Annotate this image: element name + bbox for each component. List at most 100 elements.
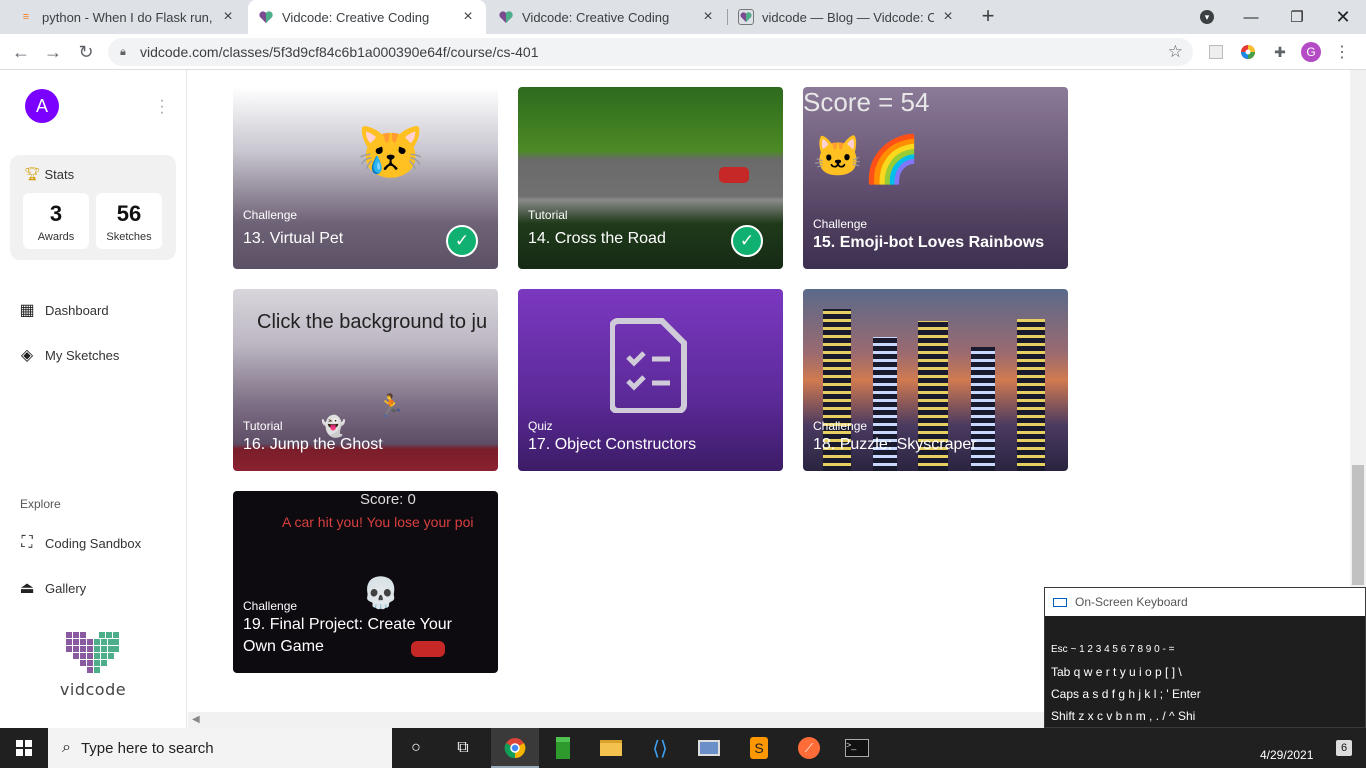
close-tab-icon[interactable]: × bbox=[460, 8, 476, 26]
green-pipe-app-icon[interactable] bbox=[549, 734, 577, 762]
score-overlay-text: Score = 54 bbox=[803, 87, 930, 117]
sidebar-item-label: Dashboard bbox=[45, 302, 109, 318]
on-screen-keyboard: On-Screen Keyboard Esc ~ 1 2 3 4 5 6 7 8… bbox=[1044, 587, 1366, 728]
tab-search-icon[interactable]: ▾ bbox=[1184, 0, 1230, 34]
minimize-icon[interactable]: — bbox=[1228, 0, 1274, 34]
instruction-overlay-text: Click the background to ju bbox=[257, 311, 488, 333]
sidebar-item-dashboard[interactable]: ▦ Dashboard bbox=[17, 299, 109, 321]
browser-tab-strip: ≡ python - When I do Flask run, it s × V… bbox=[0, 0, 1366, 34]
vscode-icon[interactable]: ⟨⟩ bbox=[646, 734, 674, 762]
horizontal-scrollbar[interactable]: ◀ bbox=[188, 712, 1048, 728]
lesson-type: Tutorial bbox=[528, 208, 568, 222]
window-close-icon[interactable]: ✕ bbox=[1320, 0, 1366, 34]
lesson-title: 16. Jump the Ghost bbox=[243, 436, 383, 453]
remote-desktop-icon[interactable] bbox=[695, 734, 723, 762]
keyboard-title-bar[interactable]: On-Screen Keyboard bbox=[1045, 588, 1365, 616]
trophy-icon: 🏆︎ bbox=[24, 166, 41, 181]
close-tab-icon[interactable]: × bbox=[940, 8, 956, 26]
sidebar-item-label: Gallery bbox=[45, 580, 87, 596]
sidebar-item-my-sketches[interactable]: ◈ My Sketches bbox=[17, 344, 120, 366]
browser-tab[interactable]: Vidcode: Creative Coding × bbox=[488, 0, 726, 34]
color-wheel-extension-icon[interactable] bbox=[1238, 42, 1258, 62]
keyboard-number-row[interactable]: Esc ~ 1 2 3 4 5 6 7 8 9 0 - = bbox=[1051, 644, 1174, 664]
back-arrow-icon[interactable]: ← bbox=[8, 39, 34, 65]
awards-label: Awards bbox=[37, 231, 75, 243]
sidebar-item-gallery[interactable]: ⏏ Gallery bbox=[17, 577, 86, 599]
browser-tab-active[interactable]: Vidcode: Creative Coding × bbox=[248, 0, 486, 34]
runner-icon: 🏃 bbox=[377, 393, 405, 418]
score-overlay-text: Score: 0 bbox=[360, 491, 416, 508]
browser-tab[interactable]: vidcode — Blog — Vidcode: Cod × bbox=[728, 0, 966, 34]
browser-tab[interactable]: ≡ python - When I do Flask run, it s × bbox=[8, 0, 246, 34]
lesson-card[interactable]: Quiz 17. Object Constructors bbox=[518, 289, 783, 471]
explore-heading: Explore bbox=[20, 497, 61, 511]
browser-tab-title: Vidcode: Creative Coding bbox=[522, 9, 670, 25]
chrome-icon[interactable] bbox=[501, 734, 529, 762]
file-explorer-icon[interactable] bbox=[597, 734, 625, 762]
user-avatar[interactable]: A bbox=[25, 89, 59, 123]
vidcode-logo[interactable]: vidcode bbox=[57, 632, 129, 702]
windows-taskbar: ⌕ Type here to search ○ ⧉ ⟨⟩ S ⟋ >_ 4/29… bbox=[0, 728, 1366, 768]
skeleton-tophat-icon: 💀 bbox=[362, 577, 400, 610]
lesson-card[interactable]: Click the background to ju 👻 🏃 Tutorial … bbox=[233, 289, 498, 471]
lesson-type: Tutorial bbox=[243, 419, 283, 433]
lesson-type: Challenge bbox=[813, 419, 868, 433]
tray-date[interactable]: 4/29/2021 bbox=[1260, 748, 1313, 762]
skyscraper-icon bbox=[1017, 319, 1045, 471]
restore-icon[interactable]: ❐ bbox=[1274, 0, 1320, 34]
profile-avatar[interactable]: G bbox=[1301, 42, 1321, 62]
lesson-card[interactable]: 😿 Challenge 13. Virtual Pet ✓ bbox=[233, 87, 498, 269]
lesson-card[interactable]: Score = 54 🐱 🌈 Challenge 15. Emoji-bot L… bbox=[803, 87, 1068, 269]
completed-check-icon: ✓ bbox=[446, 225, 478, 257]
keyboard-top-row[interactable]: Tab q w e r t y u i o p [ ] \ bbox=[1051, 665, 1182, 685]
pixel-heart-icon bbox=[66, 632, 119, 673]
close-tab-icon[interactable]: × bbox=[700, 8, 716, 26]
stats-heading: 🏆︎ Stats bbox=[24, 166, 74, 182]
address-bar[interactable]: 🔒︎ vidcode.com/classes/5f3d9cf84c6b1a000… bbox=[108, 38, 1193, 66]
lesson-type: Challenge bbox=[243, 599, 298, 613]
sidebar-item-coding-sandbox[interactable]: ⛶ Coding Sandbox bbox=[17, 532, 141, 554]
stackoverflow-icon: ≡ bbox=[22, 11, 30, 23]
awards-stat[interactable]: 3 Awards bbox=[23, 193, 89, 249]
taskbar-search-box[interactable]: ⌕ Type here to search bbox=[48, 728, 392, 768]
keyboard-home-row[interactable]: Caps a s d f g h j k l ; ' Enter bbox=[1051, 687, 1201, 707]
search-placeholder: Type here to search bbox=[80, 739, 214, 757]
new-tab-plus-icon[interactable]: + bbox=[978, 5, 998, 27]
forward-arrow-icon[interactable]: → bbox=[40, 39, 66, 65]
terminal-icon[interactable]: >_ bbox=[843, 734, 871, 762]
reload-icon[interactable]: ↻ bbox=[73, 39, 99, 65]
cortana-circle-icon[interactable]: ○ bbox=[402, 734, 430, 762]
vidcode-blog-icon bbox=[738, 9, 754, 25]
rainbow-icon: 🌈 bbox=[863, 133, 921, 185]
lesson-title: 19. Final Project: Create Your Own Game bbox=[243, 616, 453, 655]
more-vertical-icon[interactable]: · · · bbox=[158, 93, 166, 121]
scroll-left-icon[interactable]: ◀ bbox=[192, 714, 200, 725]
task-view-icon[interactable]: ⧉ bbox=[449, 734, 477, 762]
scrollbar-thumb[interactable] bbox=[1352, 465, 1364, 585]
lesson-type: Quiz bbox=[528, 419, 553, 433]
dashboard-icon: ▦ bbox=[19, 302, 35, 319]
extension-square-icon[interactable] bbox=[1206, 42, 1226, 62]
lesson-card[interactable]: Challenge 18. Puzzle: Skyscraper bbox=[803, 289, 1068, 471]
game-message-text: A car hit you! You lose your poi bbox=[282, 514, 474, 530]
quiz-checklist-icon bbox=[610, 318, 687, 413]
gallery-easel-icon: ⏏ bbox=[19, 580, 35, 597]
sublime-text-icon[interactable]: S bbox=[745, 734, 773, 762]
postman-icon[interactable]: ⟋ bbox=[795, 734, 823, 762]
completed-check-icon: ✓ bbox=[731, 225, 763, 257]
close-tab-icon[interactable]: × bbox=[220, 8, 236, 26]
sketches-label: Sketches bbox=[106, 231, 152, 243]
vidcode-heart-icon bbox=[498, 9, 514, 25]
sketches-icon: ◈ bbox=[20, 347, 34, 364]
notification-badge[interactable]: 6 bbox=[1336, 740, 1352, 756]
windows-start-icon[interactable] bbox=[0, 728, 48, 768]
bookmark-star-icon[interactable]: ☆ bbox=[1168, 42, 1183, 62]
keyboard-title: On-Screen Keyboard bbox=[1075, 595, 1188, 609]
lesson-card[interactable]: Score: 0 A car hit you! You lose your po… bbox=[233, 491, 498, 673]
lesson-type: Challenge bbox=[243, 208, 298, 222]
keyboard-bottom-row[interactable]: Shift z x c v b n m , . / ^ Shi bbox=[1051, 709, 1195, 729]
browser-menu-icon[interactable]: ⋮ bbox=[1332, 42, 1352, 62]
sketches-stat[interactable]: 56 Sketches bbox=[96, 193, 162, 249]
extensions-puzzle-icon[interactable]: ✚ bbox=[1270, 42, 1290, 62]
lesson-card[interactable]: Tutorial 14. Cross the Road ✓ bbox=[518, 87, 783, 269]
